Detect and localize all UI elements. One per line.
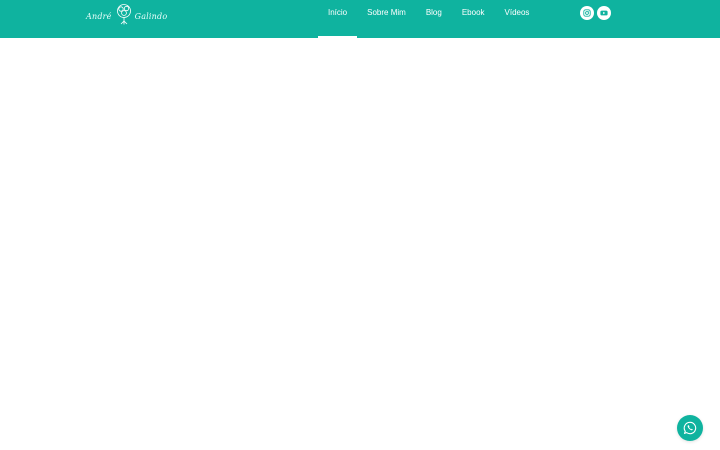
social-links: [580, 6, 611, 20]
nav-item-sobre-mim[interactable]: Sobre Mim: [357, 0, 416, 38]
youtube-button[interactable]: [597, 6, 611, 20]
youtube-icon: [600, 10, 608, 16]
instagram-icon: [583, 9, 591, 17]
site-logo[interactable]: André Galindo: [86, 3, 167, 25]
whatsapp-icon: [683, 421, 697, 435]
tree-icon: [116, 4, 131, 25]
logo-last-name: Galindo: [134, 11, 168, 21]
nav-item-videos[interactable]: Vídeos: [495, 0, 540, 38]
logo-first-name: André: [86, 11, 112, 21]
nav-item-ebook[interactable]: Ebook: [452, 0, 495, 38]
page-content: [0, 38, 720, 450]
main-nav: Início Sobre Mim Blog Ebook Vídeos: [318, 0, 539, 38]
whatsapp-button[interactable]: [677, 415, 703, 441]
instagram-button[interactable]: [580, 6, 594, 20]
nav-item-blog[interactable]: Blog: [416, 0, 452, 38]
nav-item-inicio[interactable]: Início: [318, 0, 358, 38]
site-header: André Galindo Início Sobre Mim Blog Eboo…: [0, 0, 720, 38]
